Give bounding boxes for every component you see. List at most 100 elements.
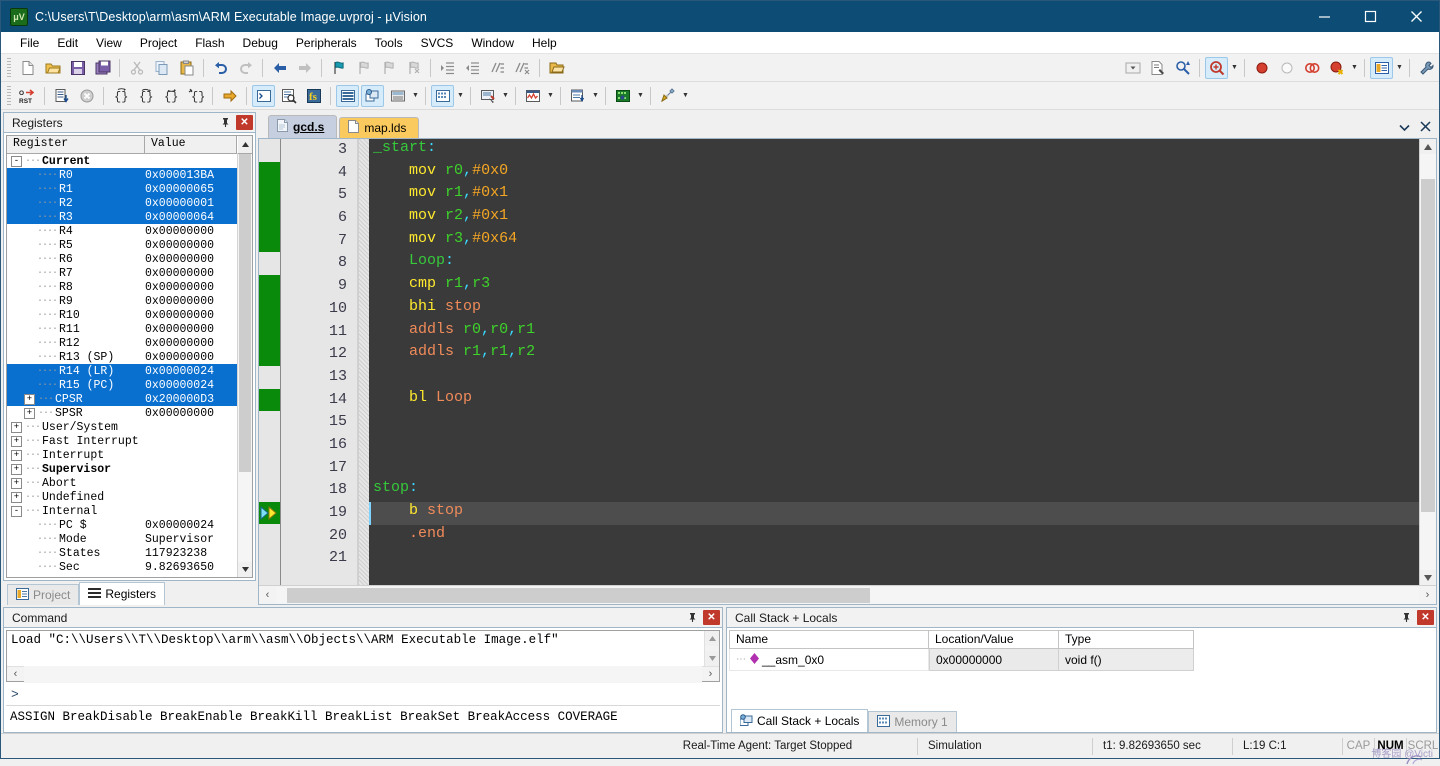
close-icon[interactable] (1420, 121, 1431, 135)
save-icon[interactable] (66, 57, 89, 79)
disable-breakpoint-icon[interactable] (1275, 57, 1298, 79)
analysis-windows-icon[interactable] (521, 85, 544, 107)
menu-peripherals[interactable]: Peripherals (287, 34, 366, 52)
disable-all-breakpoints-icon[interactable] (1325, 57, 1348, 79)
column-header-location[interactable]: Location/Value (929, 630, 1059, 649)
code-line[interactable] (369, 457, 1419, 480)
manage-windows-dropdown-icon[interactable]: ▼ (1394, 57, 1405, 79)
collapse-twisty-icon[interactable]: - (11, 155, 22, 167)
run-to-cursor-icon[interactable]: {} (184, 85, 207, 107)
register-value[interactable]: 0x00000001 (145, 197, 214, 210)
register-value[interactable]: 0x00000000 (145, 239, 214, 252)
step-into-icon[interactable]: {} (109, 85, 132, 107)
command-output-hscrollbar[interactable]: ‹ › (7, 665, 719, 683)
registers-scroll-track[interactable] (238, 154, 252, 562)
menu-file[interactable]: File (11, 34, 48, 52)
tab-registers[interactable]: Registers (79, 582, 166, 605)
code-line[interactable]: Loop: (369, 252, 1419, 275)
registers-scroll-up-button[interactable] (237, 136, 252, 154)
code-line[interactable]: mov r3,#0x64 (369, 230, 1419, 253)
watch-windows-icon[interactable] (386, 85, 409, 107)
register-row[interactable]: ···· R13 (SP) 0x00000000 (7, 350, 237, 364)
register-value[interactable]: 0x00000000 (145, 351, 214, 364)
editor-scroll-track[interactable] (1420, 154, 1436, 570)
registers-scroll-thumb[interactable] (239, 154, 251, 473)
close-icon[interactable]: ✕ (703, 610, 720, 625)
code-line[interactable]: mov r2,#0x1 (369, 207, 1419, 230)
code-line[interactable]: .end (369, 525, 1419, 548)
outdent-icon[interactable] (461, 57, 484, 79)
code-line[interactable] (369, 411, 1419, 434)
register-row[interactable]: ···· R5 0x00000000 (7, 238, 237, 252)
serial-windows-icon[interactable] (476, 85, 499, 107)
register-row[interactable]: + ··· User/System (7, 420, 237, 434)
redo-icon[interactable] (234, 57, 257, 79)
menu-tools[interactable]: Tools (366, 34, 412, 52)
code-line[interactable]: _start: (369, 139, 1419, 162)
register-row[interactable]: ···· R10 0x00000000 (7, 308, 237, 322)
collapse-twisty-icon[interactable]: - (11, 505, 22, 517)
register-value[interactable]: Supervisor (145, 533, 214, 546)
show-next-statement-icon[interactable] (218, 85, 241, 107)
register-row[interactable]: ···· PC $ 0x00000024 (7, 518, 237, 532)
code-line[interactable]: addls r0,r0,r1 (369, 321, 1419, 344)
trace-windows-icon[interactable] (566, 85, 589, 107)
column-header-type[interactable]: Type (1059, 630, 1194, 649)
pin-icon[interactable] (1399, 610, 1414, 625)
debug-session-icon[interactable] (1205, 56, 1228, 79)
trace-windows-dropdown-icon[interactable]: ▼ (590, 85, 601, 107)
breakpoint-gutter[interactable] (259, 139, 281, 585)
navigate-forward-icon[interactable] (293, 57, 316, 79)
toolbar-grip[interactable] (7, 58, 11, 77)
register-value[interactable]: 0x00000000 (145, 309, 214, 322)
close-icon[interactable]: ✕ (1417, 610, 1434, 625)
expand-twisty-icon[interactable]: + (11, 449, 22, 461)
pin-icon[interactable] (218, 115, 233, 130)
disassembly-window-icon[interactable] (277, 85, 300, 107)
watch-windows-dropdown-icon[interactable]: ▼ (410, 85, 421, 107)
manage-windows-icon[interactable] (1370, 56, 1393, 79)
expand-twisty-icon[interactable]: + (11, 463, 22, 475)
bookmark-toggle-icon[interactable] (327, 57, 350, 79)
command-output-vscrollbar[interactable] (704, 631, 719, 666)
tab-memory-1[interactable]: Memory 1 (868, 711, 957, 732)
command-hscroll-track[interactable] (24, 665, 702, 683)
cut-icon[interactable] (125, 57, 148, 79)
register-value[interactable]: 0x200000D3 (145, 393, 214, 406)
memory-windows-icon[interactable] (431, 84, 454, 107)
analysis-windows-dropdown-icon[interactable]: ▼ (545, 85, 556, 107)
bookmark-clear-icon[interactable] (402, 57, 425, 79)
column-header-register[interactable]: Register (7, 136, 145, 154)
expand-twisty-icon[interactable]: + (11, 477, 22, 489)
register-row[interactable]: + ··· Interrupt (7, 448, 237, 462)
combo-dropdown-icon[interactable] (1121, 57, 1144, 79)
menu-debug[interactable]: Debug (234, 34, 287, 52)
menu-edit[interactable]: Edit (48, 34, 87, 52)
run-icon[interactable] (50, 85, 73, 107)
register-row[interactable]: + ··· Undefined (7, 490, 237, 504)
comment-icon[interactable] (486, 57, 509, 79)
register-value[interactable]: 0x00000000 (145, 337, 214, 350)
register-row[interactable]: ···· Sec 9.82693650 (7, 560, 237, 574)
new-file-icon[interactable] (16, 57, 39, 79)
system-viewer-dropdown-icon[interactable]: ▼ (635, 85, 646, 107)
code-line[interactable]: b stop (369, 502, 1419, 525)
register-row[interactable]: ···· R11 0x00000000 (7, 322, 237, 336)
register-row[interactable]: ···· R2 0x00000001 (7, 196, 237, 210)
editor-scroll-right-button[interactable]: › (1419, 586, 1436, 605)
menu-help[interactable]: Help (523, 34, 566, 52)
register-row[interactable]: + ··· SPSR 0x00000000 (7, 406, 237, 420)
kill-all-breakpoints-icon[interactable] (1300, 57, 1323, 79)
code-line[interactable]: stop: (369, 479, 1419, 502)
code-line[interactable] (369, 434, 1419, 457)
register-row[interactable]: ···· R15 (PC) 0x00000024 (7, 378, 237, 392)
register-value[interactable]: 9.82693650 (145, 561, 214, 574)
register-row[interactable]: ···· R4 0x00000000 (7, 224, 237, 238)
open-folder-icon[interactable] (545, 57, 568, 79)
undo-icon[interactable] (209, 57, 232, 79)
register-row[interactable]: + ··· Fast Interrupt (7, 434, 237, 448)
minimize-button[interactable] (1301, 1, 1347, 32)
menu-svcs[interactable]: SVCS (412, 34, 463, 52)
code-line[interactable]: bl Loop (369, 389, 1419, 412)
register-value[interactable]: 0x00000024 (145, 379, 214, 392)
